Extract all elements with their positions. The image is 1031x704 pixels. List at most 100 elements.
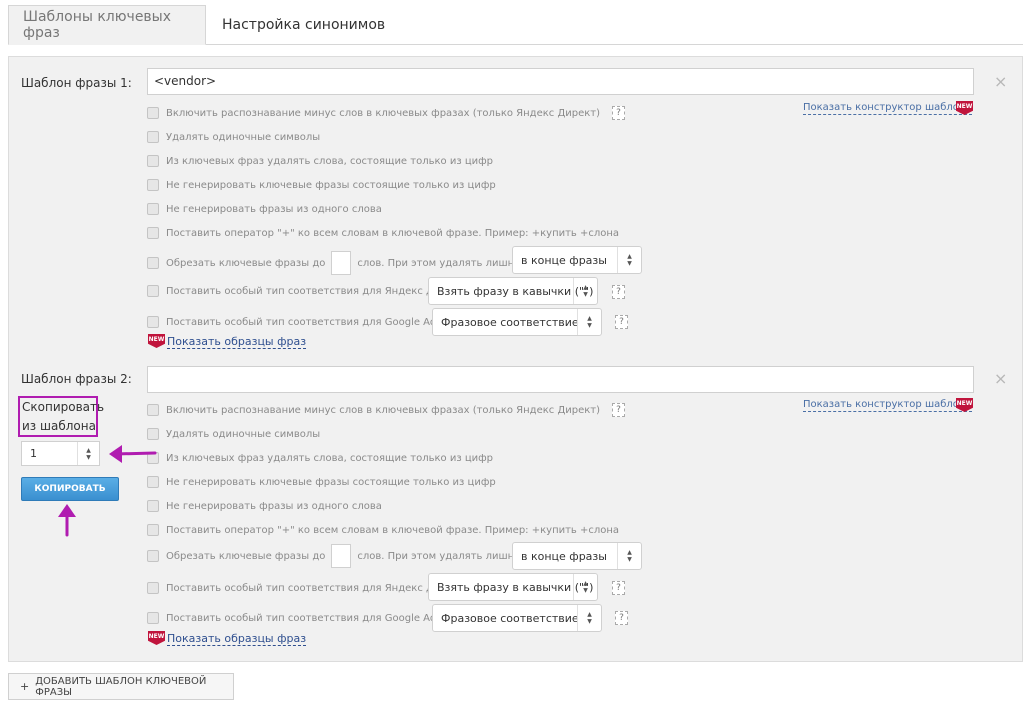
- checkbox[interactable]: [147, 524, 159, 536]
- template-2-samples-link[interactable]: Показать образцы фраз: [167, 632, 307, 646]
- help-icon[interactable]: ?: [612, 285, 625, 299]
- template-2-close-icon[interactable]: ×: [994, 371, 1007, 387]
- template-2-adwords-select[interactable]: Фразовое соответствие ▲ ▼: [432, 604, 602, 632]
- template-2-input[interactable]: [147, 366, 974, 393]
- template-1-option-no-digit-phrases: Не генерировать ключевые фразы состоящие…: [147, 176, 496, 194]
- template-2-option-minus-words: Включить распознавание минус слов в ключ…: [147, 401, 626, 419]
- template-1-samples-link[interactable]: Показать образцы фраз: [167, 335, 307, 349]
- select-arrows-icon: ▲ ▼: [577, 605, 601, 631]
- help-icon[interactable]: ?: [612, 403, 626, 417]
- template-1-yandex-select[interactable]: Взять фразу в кавычки ("") ▲ ▼: [428, 277, 598, 305]
- checkbox[interactable]: [147, 227, 159, 239]
- option-label: Обрезать ключевые фразы до: [166, 257, 326, 269]
- checkbox[interactable]: [147, 179, 159, 191]
- add-keyword-template-label: ДОБАВИТЬ ШАБЛОН КЛЮЧЕВОЙ ФРАЗЫ: [35, 675, 207, 698]
- template-1-option-no-single-word: Не генерировать фразы из одного слова: [147, 200, 382, 218]
- template-2-option-plus-operator: Поставить оператор "+" ко всем словам в …: [147, 521, 619, 539]
- option-label: Не генерировать ключевые фразы состоящие…: [166, 179, 496, 191]
- copy-button[interactable]: КОПИРОВАТЬ: [21, 477, 119, 501]
- annotation-arrow-up-head: [58, 504, 76, 517]
- trim-count-input[interactable]: [331, 251, 352, 275]
- option-label: Поставить оператор "+" ко всем словам в …: [166, 227, 620, 239]
- copy-source-stepper[interactable]: 1 ▲ ▼: [21, 441, 100, 466]
- template-1-option-trim: Обрезать ключевые фразы до слов. При это…: [147, 250, 560, 276]
- template-2-label: Шаблон фразы 2:: [21, 372, 132, 386]
- help-icon[interactable]: ?: [612, 581, 625, 595]
- checkbox[interactable]: [147, 107, 159, 119]
- template-2-option-adwords-match: Поставить особый тип соответствия для Go…: [147, 609, 467, 627]
- option-label: Не генерировать ключевые фразы состоящие…: [166, 476, 496, 488]
- select-value: Фразовое соответствие: [441, 611, 579, 625]
- checkbox[interactable]: [147, 404, 159, 416]
- template-1-option-remove-single: Удалять одиночные символы: [147, 128, 320, 146]
- template-2-constructor-link[interactable]: Показать конструктор шаблона: [803, 399, 972, 412]
- option-label: Поставить особый тип соответствия для Go…: [166, 316, 468, 328]
- option-label: Включить распознавание минус слов в ключ…: [166, 107, 601, 119]
- checkbox[interactable]: [147, 155, 159, 167]
- template-2-trim-select[interactable]: в конце фразы ▲ ▼: [512, 542, 642, 570]
- copy-source-value: 1: [30, 447, 37, 460]
- select-arrows-icon: ▲ ▼: [617, 247, 641, 273]
- select-value: в конце фразы: [521, 253, 607, 267]
- select-arrows-icon: ▲ ▼: [617, 543, 641, 569]
- checkbox[interactable]: [147, 131, 159, 143]
- select-arrows-icon: ▲ ▼: [573, 574, 597, 600]
- template-2-option-remove-digits: Из ключевых фраз удалять слова, состоящи…: [147, 449, 493, 467]
- tab-keyword-templates[interactable]: Шаблоны ключевых фраз: [8, 5, 206, 45]
- template-1-option-remove-digits: Из ключевых фраз удалять слова, состоящи…: [147, 152, 493, 170]
- help-icon[interactable]: ?: [615, 611, 628, 625]
- option-label: Из ключевых фраз удалять слова, состоящи…: [166, 452, 494, 464]
- template-1-option-yandex-match: Поставить особый тип соответствия для Ян…: [147, 282, 465, 300]
- template-2-yandex-select[interactable]: Взять фразу в кавычки ("") ▲ ▼: [428, 573, 598, 601]
- option-label: Из ключевых фраз удалять слова, состоящи…: [166, 155, 494, 167]
- checkbox[interactable]: [147, 476, 159, 488]
- option-label: Поставить оператор "+" ко всем словам в …: [166, 524, 620, 536]
- template-1-option-plus-operator: Поставить оператор "+" ко всем словам в …: [147, 224, 619, 242]
- option-label: Не генерировать фразы из одного слова: [166, 203, 382, 215]
- checkbox[interactable]: [147, 316, 159, 328]
- checkbox[interactable]: [147, 612, 159, 624]
- template-1-trim-select[interactable]: в конце фразы ▲ ▼: [512, 246, 642, 274]
- checkbox[interactable]: [147, 428, 159, 440]
- template-1-close-icon[interactable]: ×: [994, 74, 1007, 90]
- help-icon[interactable]: ?: [615, 315, 628, 329]
- annotation-arrows: [58, 445, 157, 537]
- new-badge-icon: NEW: [148, 631, 165, 645]
- templates-panel: Шаблон фразы 1: <vendor> × Включить расп…: [8, 56, 1023, 662]
- select-value: Взять фразу в кавычки (""): [437, 284, 594, 298]
- annotation-arrow-left-head: [109, 445, 122, 463]
- new-badge-icon: NEW: [148, 334, 165, 348]
- select-arrows-icon: ▲ ▼: [573, 278, 597, 304]
- stepper-arrows-icon[interactable]: ▲ ▼: [77, 442, 99, 465]
- template-1-label: Шаблон фразы 1:: [21, 76, 132, 90]
- select-value: в конце фразы: [521, 549, 607, 563]
- option-label: Поставить особый тип соответствия для Go…: [166, 612, 468, 624]
- template-1-input[interactable]: <vendor>: [147, 68, 974, 95]
- checkbox[interactable]: [147, 203, 159, 215]
- help-icon[interactable]: ?: [612, 106, 626, 120]
- checkbox[interactable]: [147, 500, 159, 512]
- plus-icon: +: [20, 680, 30, 693]
- option-label: Удалять одиночные символы: [166, 131, 321, 143]
- template-2-option-remove-single: Удалять одиночные символы: [147, 425, 320, 443]
- option-label: Поставить особый тип соответствия для Ян…: [166, 285, 465, 297]
- template-2-option-yandex-match: Поставить особый тип соответствия для Ян…: [147, 579, 465, 597]
- select-value: Фразовое соответствие: [441, 315, 579, 329]
- trim-count-input[interactable]: [331, 544, 352, 568]
- select-value: Взять фразу в кавычки (""): [437, 580, 594, 594]
- option-label: Не генерировать фразы из одного слова: [166, 500, 382, 512]
- checkbox[interactable]: [147, 582, 159, 594]
- checkbox[interactable]: [147, 285, 159, 297]
- template-1-adwords-select[interactable]: Фразовое соответствие ▲ ▼: [432, 308, 602, 336]
- checkbox[interactable]: [147, 257, 159, 269]
- option-label: Поставить особый тип соответствия для Ян…: [166, 582, 465, 594]
- add-keyword-template-button[interactable]: + ДОБАВИТЬ ШАБЛОН КЛЮЧЕВОЙ ФРАЗЫ: [8, 673, 234, 700]
- template-2-option-no-single-word: Не генерировать фразы из одного слова: [147, 497, 382, 515]
- template-1-constructor-link[interactable]: Показать конструктор шаблона: [803, 102, 972, 115]
- template-1-option-adwords-match: Поставить особый тип соответствия для Go…: [147, 313, 467, 331]
- option-label: Обрезать ключевые фразы до: [166, 550, 326, 562]
- tab-bar: Шаблоны ключевых фраз Настройка синонимо…: [8, 5, 1023, 45]
- checkbox[interactable]: [147, 550, 159, 562]
- tab-synonyms[interactable]: Настройка синонимов: [208, 5, 399, 45]
- option-label: Удалять одиночные символы: [166, 428, 321, 440]
